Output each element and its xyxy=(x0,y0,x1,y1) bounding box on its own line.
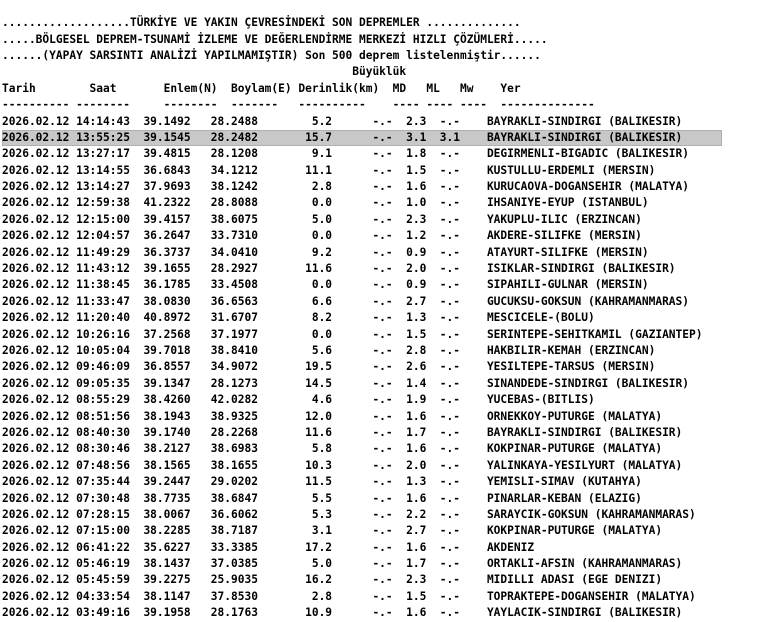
table-row[interactable]: 2026.02.12 13:27:17 39.4815 28.1208 9.1 … xyxy=(2,146,778,162)
header-line-center-name: .....BÖLGESEL DEPREM-TSUNAMİ İZLEME VE D… xyxy=(2,32,548,46)
table-row[interactable]: 2026.02.12 13:14:27 37.9693 38.1242 2.8 … xyxy=(2,179,778,195)
table-row[interactable]: 2026.02.12 07:28:15 38.0067 36.6062 5.3 … xyxy=(2,507,778,523)
table-row[interactable]: 2026.02.12 08:55:29 38.4260 42.0282 4.6 … xyxy=(2,392,778,408)
table-row[interactable]: 2026.02.12 12:04:57 36.2647 33.7310 0.0 … xyxy=(2,228,778,244)
column-headers: Tarih Saat Enlem(N) Boylam(E) Derinlik(k… xyxy=(2,81,521,95)
earthquake-listing: ...................TÜRKİYE VE YAKIN ÇEVR… xyxy=(2,15,778,621)
table-row[interactable]: 2026.02.12 10:26:16 37.2568 37.1977 0.0 … xyxy=(2,327,778,343)
table-row-selected[interactable]: 2026.02.12 13:55:25 39.1545 28.2482 15.7… xyxy=(2,129,722,147)
table-row[interactable]: 2026.02.12 06:41:22 35.6227 33.3385 17.2… xyxy=(2,540,778,556)
table-row[interactable]: 2026.02.12 08:30:46 38.2127 38.6983 5.8 … xyxy=(2,441,778,457)
table-row[interactable]: 2026.02.12 07:48:56 38.1565 38.1655 10.3… xyxy=(2,458,778,474)
magnitude-group-label: Büyüklük xyxy=(2,65,407,79)
table-row[interactable]: 2026.02.12 11:38:45 36.1785 33.4508 0.0 … xyxy=(2,277,778,293)
table-row[interactable]: 2026.02.12 08:51:56 38.1943 38.9325 12.0… xyxy=(2,409,778,425)
header-line-notice: ......(YAPAY SARSINTI ANALİZİ YAPILMAMIŞ… xyxy=(2,48,541,62)
table-row[interactable]: 2026.02.12 12:59:38 41.2322 28.8088 0.0 … xyxy=(2,195,778,211)
table-row[interactable]: 2026.02.12 05:46:19 38.1437 37.0385 5.0 … xyxy=(2,556,778,572)
table-row[interactable]: 2026.02.12 04:33:54 38.1147 37.8530 2.8 … xyxy=(2,589,778,605)
table-row[interactable]: 2026.02.12 10:05:04 39.7018 38.8410 5.6 … xyxy=(2,343,778,359)
table-row[interactable]: 2026.02.12 03:49:16 39.1958 28.1763 10.9… xyxy=(2,605,778,621)
header-line-title: ...................TÜRKİYE VE YAKIN ÇEVR… xyxy=(2,16,521,30)
table-row[interactable]: 2026.02.12 11:49:29 36.3737 34.0410 9.2 … xyxy=(2,245,778,261)
table-row[interactable]: 2026.02.12 13:14:55 36.6843 34.1212 11.1… xyxy=(2,163,778,179)
table-row[interactable]: 2026.02.12 05:45:59 39.2275 25.9035 16.2… xyxy=(2,572,778,588)
table-row[interactable]: 2026.02.12 07:30:48 38.7735 38.6847 5.5 … xyxy=(2,491,778,507)
table-row[interactable]: 2026.02.12 11:33:47 38.0830 36.6563 6.6 … xyxy=(2,294,778,310)
table-row[interactable]: 2026.02.12 12:15:00 39.4157 38.6075 5.0 … xyxy=(2,212,778,228)
column-separator: ---------- -------- -------- ------- ---… xyxy=(2,98,595,112)
table-row[interactable]: 2026.02.12 07:35:44 39.2447 29.0202 11.5… xyxy=(2,474,778,490)
table-row[interactable]: 2026.02.12 08:40:30 39.1740 28.2268 11.6… xyxy=(2,425,778,441)
table-row[interactable]: 2026.02.12 11:20:40 40.8972 31.6707 8.2 … xyxy=(2,310,778,326)
table-row[interactable]: 2026.02.12 11:43:12 39.1655 28.2927 11.6… xyxy=(2,261,778,277)
table-row[interactable]: 2026.02.12 09:05:35 39.1347 28.1273 14.5… xyxy=(2,376,778,392)
table-row[interactable]: 2026.02.12 14:14:43 39.1492 28.2488 5.2 … xyxy=(2,114,778,130)
table-row[interactable]: 2026.02.12 09:46:09 36.8557 34.9072 19.5… xyxy=(2,359,778,375)
table-row[interactable]: 2026.02.12 07:15:00 38.2285 38.7187 3.1 … xyxy=(2,523,778,539)
